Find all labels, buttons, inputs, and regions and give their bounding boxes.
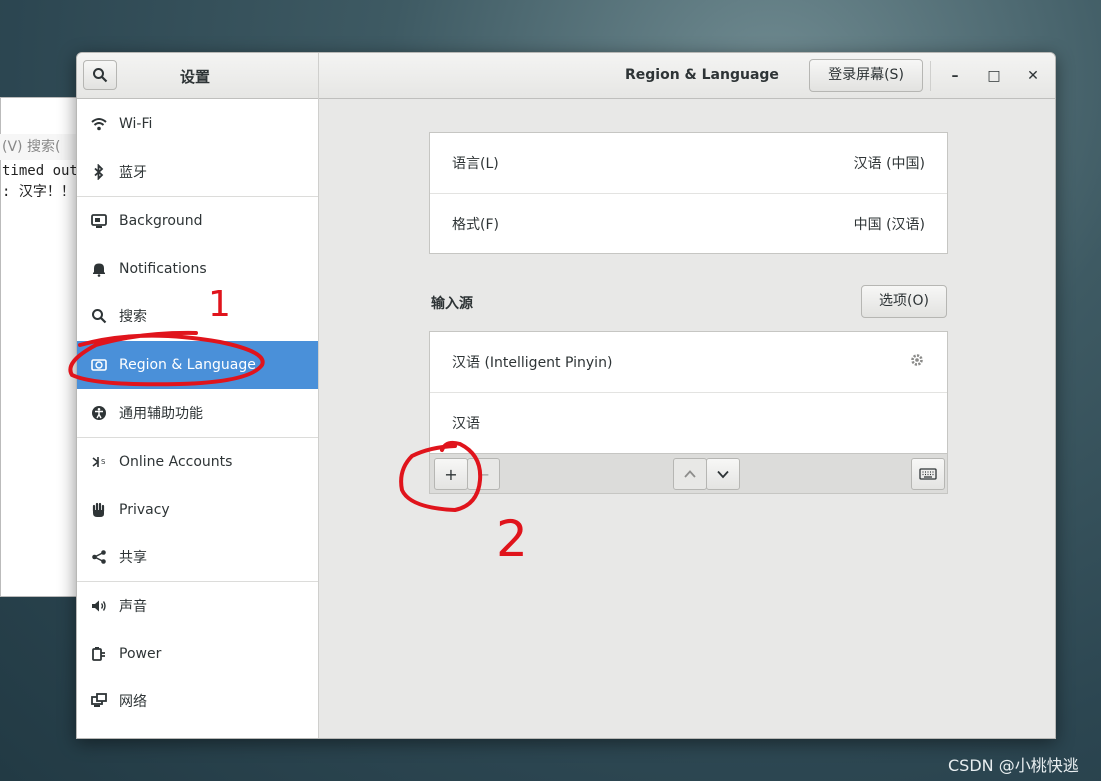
- add-input-source-button[interactable]: +: [434, 458, 468, 490]
- keyboard-layout-button[interactable]: [911, 458, 945, 490]
- sidebar-item-accessibility[interactable]: 通用辅助功能: [77, 389, 318, 437]
- input-sources-list: 汉语 (Intelligent Pinyin) 汉语: [429, 331, 948, 454]
- sidebar-item-sharing[interactable]: 共享: [77, 533, 318, 581]
- move-up-button[interactable]: [673, 458, 707, 490]
- background-icon: [91, 213, 107, 229]
- sidebar-item-label: Background: [119, 213, 203, 229]
- wifi-icon: [91, 116, 107, 132]
- input-sources-title: 输入源: [431, 296, 473, 312]
- settings-title: 设置: [180, 68, 211, 86]
- sidebar-item-label: 共享: [119, 550, 147, 566]
- page-title: Region & Language: [625, 67, 779, 83]
- sidebar-item-label: Privacy: [119, 502, 170, 518]
- sidebar-item-label: 搜索: [119, 309, 147, 325]
- input-source-item[interactable]: 汉语 (Intelligent Pinyin): [430, 332, 947, 392]
- sidebar-item-label: Notifications: [119, 261, 207, 277]
- network-icon: [91, 693, 107, 709]
- format-value: 中国 (汉语): [853, 217, 925, 233]
- accessibility-icon: [91, 405, 107, 421]
- share-icon: [91, 549, 107, 565]
- format-label: 格式(F): [452, 217, 499, 233]
- gear-icon[interactable]: [909, 352, 925, 372]
- move-down-button[interactable]: [706, 458, 740, 490]
- sidebar-item-network[interactable]: 网络: [77, 677, 318, 725]
- sidebar-item-notifications[interactable]: Notifications: [77, 245, 318, 293]
- search-icon: [93, 68, 108, 83]
- language-value: 汉语 (中国): [853, 156, 925, 172]
- region-icon: [91, 357, 107, 373]
- sidebar-item-label: Power: [119, 646, 162, 662]
- input-source-label: 汉语: [452, 416, 480, 432]
- sidebar-item-search[interactable]: 搜索: [77, 292, 318, 340]
- speaker-icon: [91, 598, 107, 614]
- language-format-card: 语言(L) 汉语 (中国) 格式(F) 中国 (汉语): [429, 132, 948, 254]
- hand-icon: [91, 502, 107, 518]
- options-button[interactable]: 选项(O): [861, 285, 947, 318]
- sidebar-item-label: 通用辅助功能: [119, 406, 203, 422]
- remove-input-source-button[interactable]: −: [467, 458, 500, 490]
- language-label: 语言(L): [452, 156, 499, 172]
- online-accounts-icon: S: [91, 454, 107, 470]
- sidebar-item-privacy[interactable]: Privacy: [77, 486, 318, 534]
- sidebar-item-label: Region & Language: [119, 357, 256, 373]
- maximize-button[interactable]: □: [983, 65, 1005, 87]
- sidebar-header: 设置: [77, 53, 319, 99]
- watermark: CSDN @小桃快逃: [948, 756, 1079, 775]
- input-source-item[interactable]: 汉语: [430, 393, 947, 453]
- close-button[interactable]: ✕: [1022, 65, 1044, 87]
- sidebar-item-bluetooth[interactable]: 蓝牙: [77, 148, 318, 196]
- annotation-mark-2: 2: [496, 510, 528, 568]
- svg-text:S: S: [101, 458, 106, 466]
- header-bar: 设置 Region & Language 登录屏幕(S) – □ ✕: [77, 53, 1055, 99]
- login-screen-button[interactable]: 登录屏幕(S): [809, 59, 923, 92]
- input-source-label: 汉语 (Intelligent Pinyin): [452, 355, 613, 371]
- sidebar-item-wifi[interactable]: Wi-Fi: [77, 100, 318, 148]
- bluetooth-icon: [91, 164, 107, 180]
- input-sources-toolbar: + −: [429, 453, 948, 494]
- format-row[interactable]: 格式(F) 中国 (汉语): [430, 194, 947, 254]
- sidebar-item-label: 蓝牙: [119, 165, 147, 181]
- sidebar-item-background[interactable]: Background: [77, 197, 318, 245]
- annotation-mark-1: 1: [208, 284, 231, 325]
- keyboard-icon: [919, 468, 937, 480]
- sidebar-item-label: 声音: [119, 599, 147, 615]
- bell-icon: [91, 261, 107, 277]
- settings-window: 设置 Region & Language 登录屏幕(S) – □ ✕ Wi-Fi…: [76, 52, 1056, 739]
- chevron-down-icon: [717, 470, 729, 479]
- minimize-button[interactable]: –: [944, 65, 966, 87]
- sidebar-item-label: Online Accounts: [119, 454, 233, 470]
- sidebar-item-label: 网络: [119, 694, 147, 710]
- search-button[interactable]: [83, 60, 117, 90]
- sidebar: Wi-Fi 蓝牙 Background Notifications 搜索 Reg…: [77, 99, 319, 738]
- language-row[interactable]: 语言(L) 汉语 (中国): [430, 133, 947, 193]
- chevron-up-icon: [684, 470, 696, 478]
- power-icon: [91, 646, 107, 662]
- sidebar-item-power[interactable]: Power: [77, 630, 318, 678]
- sidebar-item-region-language[interactable]: Region & Language: [77, 341, 318, 389]
- sidebar-item-sound[interactable]: 声音: [77, 582, 318, 630]
- search-icon: [91, 308, 107, 324]
- titlebar-separator: [930, 61, 931, 91]
- sidebar-item-online-accounts[interactable]: S Online Accounts: [77, 438, 318, 486]
- sidebar-item-label: Wi-Fi: [119, 116, 153, 132]
